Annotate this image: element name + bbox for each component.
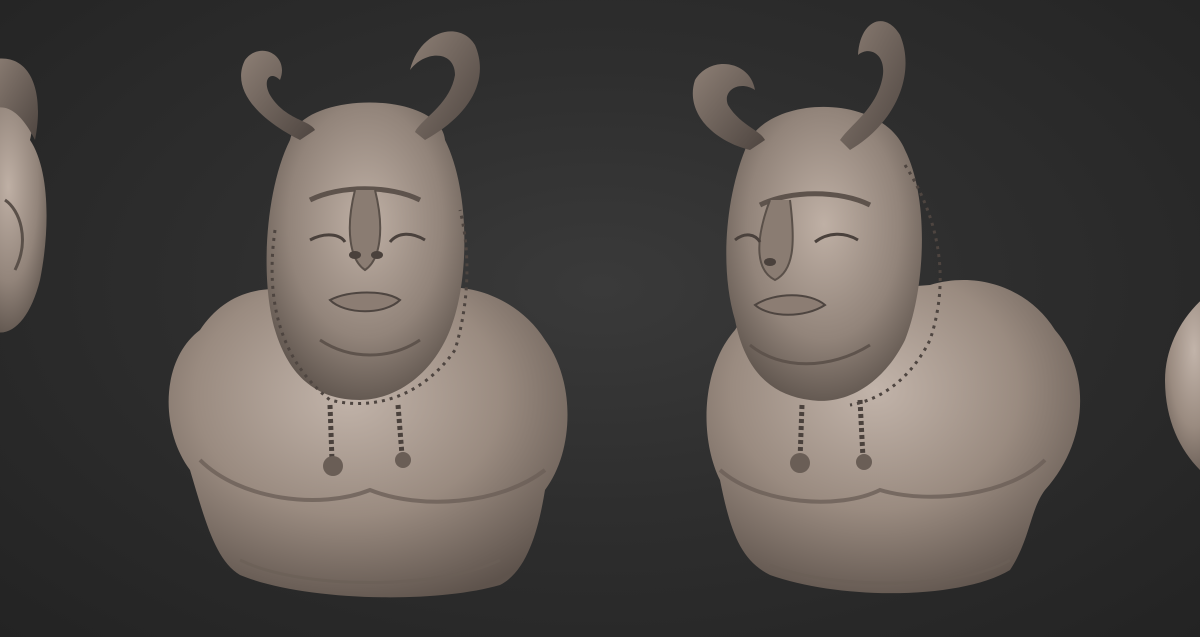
sculpt-render-scene <box>0 21 1200 598</box>
render-viewport <box>0 0 1200 637</box>
bust-right-partial <box>1165 301 1200 470</box>
bust-left-partial <box>0 58 47 333</box>
bust-front <box>168 31 568 598</box>
bust-three-quarter <box>692 21 1081 594</box>
